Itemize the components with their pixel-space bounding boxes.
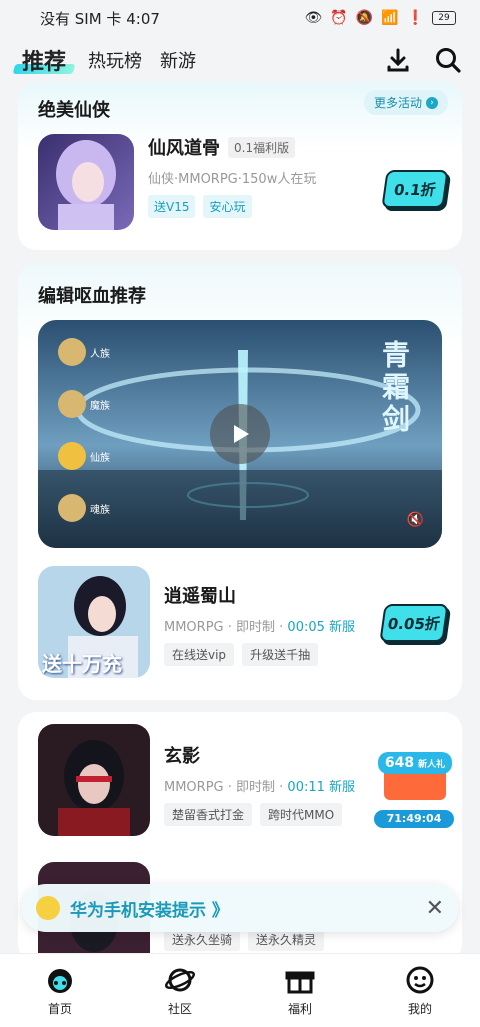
server-time: 00:11 新服	[287, 780, 356, 795]
tag: 在线送vip	[164, 643, 235, 666]
home-icon	[48, 969, 72, 993]
battery-icon: 29	[432, 11, 456, 25]
game-cover	[38, 724, 150, 836]
race-icon	[58, 442, 86, 470]
version-badge: 0.1福利版	[228, 136, 296, 158]
tag: 楚留香式打金	[164, 803, 253, 826]
clock: 4:07	[126, 9, 160, 28]
bottom-nav: 首页 社区 福利 我的	[0, 953, 480, 1027]
race-icon	[58, 338, 86, 366]
install-tip-text[interactable]: 华为手机安装提示 》	[70, 896, 229, 921]
close-icon[interactable]: ✕	[426, 896, 444, 921]
list-item[interactable]: 仙风道骨 0.1福利版 仙侠·MMORPG·150w人在玩 送V15 安心玩	[38, 134, 442, 230]
nav-home[interactable]: 首页	[20, 964, 100, 1017]
download-icon[interactable]	[384, 46, 412, 74]
discount-badge[interactable]: 0.05折	[379, 604, 449, 642]
tab-hot[interactable]: 热玩榜	[88, 47, 142, 73]
gift-badge[interactable]: 648 新人礼 71:49:04	[374, 752, 454, 828]
install-tip-banner[interactable]: 华为手机安装提示 》 ✕	[22, 884, 458, 932]
video-player[interactable]: 人族 魔族 仙族 魂族 青霜剑 🔇	[38, 320, 442, 548]
tab-recommend[interactable]: 推荐	[18, 44, 70, 76]
section-title: 绝美仙侠	[38, 100, 110, 121]
tag: 升级送千抽	[242, 643, 319, 666]
video-title: 青霜剑	[378, 340, 411, 436]
countdown: 71:49:04	[374, 810, 454, 828]
more-activities-button[interactable]: 更多活动 ›	[363, 90, 448, 115]
tag: 安心玩	[203, 195, 252, 218]
nav-community[interactable]: 社区	[140, 964, 220, 1017]
game-cover: 送十万充	[38, 566, 150, 678]
game-cover	[38, 134, 134, 230]
game-name: 仙风道骨	[148, 138, 220, 159]
alert-icon: ❗	[406, 10, 424, 26]
race-icon	[58, 494, 86, 522]
section-xianxia: 绝美仙侠 更多活动 › 仙风道骨 0.1福利版 仙侠·MMORPG·150w人在…	[18, 82, 462, 250]
lightbulb-icon	[36, 896, 60, 920]
race-icon	[58, 390, 86, 418]
eye-icon: 👁	[304, 10, 323, 26]
nav-welfare[interactable]: 福利	[260, 964, 340, 1017]
smiley-icon	[406, 966, 434, 994]
search-icon[interactable]	[434, 46, 462, 74]
tag: 送V15	[148, 195, 196, 218]
gift-icon	[285, 971, 315, 994]
carrier-text: 没有 SIM 卡	[40, 9, 122, 28]
discount-badge[interactable]: 0.1折	[381, 170, 449, 208]
status-bar: 没有 SIM 卡 4:07 👁 ⏰ 🔕 📶 ❗ 29	[0, 0, 480, 36]
nav-mine[interactable]: 我的	[380, 964, 460, 1017]
tag: 跨时代MMO	[260, 803, 343, 826]
play-icon[interactable]	[210, 404, 270, 464]
server-time: 00:05 新服	[287, 620, 356, 635]
tab-new[interactable]: 新游	[160, 47, 196, 73]
top-nav: 推荐 热玩榜 新游	[0, 38, 480, 82]
mute-icon: 🔕	[355, 10, 374, 26]
section-editor-picks: 编辑呕血推荐 人族 魔族 仙族 魂族 青霜剑 🔇 送十万充 逍遥蜀山 MMORP…	[18, 264, 462, 700]
arrow-right-icon: ›	[426, 96, 438, 109]
alarm-icon: ⏰	[330, 10, 348, 26]
planet-icon	[164, 968, 196, 992]
mute-icon[interactable]: 🔇	[407, 512, 424, 528]
wifi-icon: 📶	[381, 10, 399, 26]
cover-promo-text: 送十万充	[42, 652, 122, 676]
section-title: 编辑呕血推荐	[38, 286, 146, 307]
